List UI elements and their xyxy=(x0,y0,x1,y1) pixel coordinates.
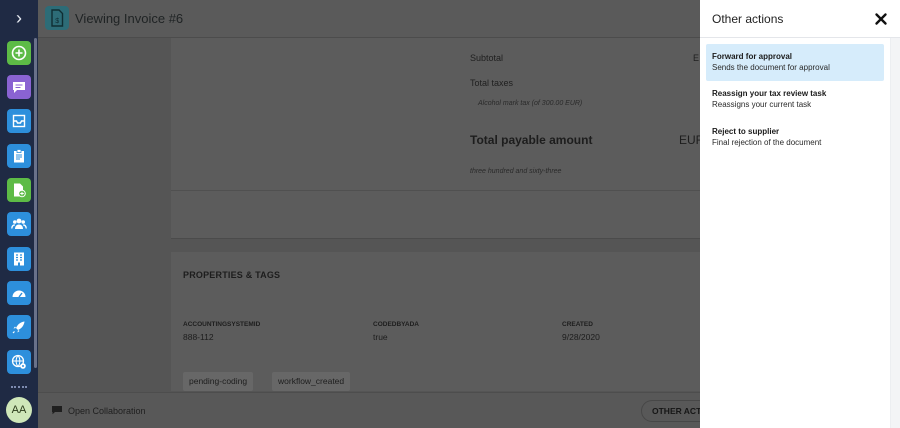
panel-title: Other actions xyxy=(712,12,784,26)
property-value: 888-112 xyxy=(183,332,214,342)
svg-text:$: $ xyxy=(55,18,59,25)
property-value: 9/28/2020 xyxy=(562,332,600,342)
action-description: Sends the document for approval xyxy=(712,63,830,72)
invoice-document-icon: $ xyxy=(45,6,69,30)
building-icon[interactable] xyxy=(7,247,31,271)
avatar[interactable]: AA xyxy=(6,397,32,423)
panel-scrollbar[interactable] xyxy=(890,38,900,428)
chat-bubble-icon xyxy=(52,406,62,415)
subtotal-label: Subtotal xyxy=(470,53,504,63)
action-title: Forward for approval xyxy=(712,52,793,61)
inbox-icon[interactable] xyxy=(7,109,31,133)
action-description: Reassigns your current task xyxy=(712,100,812,109)
users-icon[interactable] xyxy=(7,212,31,236)
property-key: CODEDBYADA xyxy=(373,321,419,328)
add-document-icon[interactable] xyxy=(7,178,31,202)
expand-chevron-icon[interactable]: › xyxy=(9,6,29,30)
property-key: CREATED xyxy=(562,321,593,328)
left-rail: › AA xyxy=(0,0,38,428)
page-title: Viewing Invoice #6 xyxy=(75,11,184,26)
tax-line: Alcohol mark tax (of 300.00 EUR) xyxy=(478,100,583,107)
tag-workflow-created[interactable]: workflow_created xyxy=(272,372,351,391)
action-forward-for-approval[interactable]: Forward for approval Sends the document … xyxy=(706,44,884,81)
open-collaboration-link[interactable]: Open Collaboration xyxy=(68,406,146,416)
close-icon[interactable] xyxy=(873,11,889,27)
bottom-bar: Open Collaboration OTHER ACTIONS xyxy=(38,392,711,428)
add-icon[interactable] xyxy=(7,41,31,65)
rail-grip-icon xyxy=(11,386,27,390)
rail-scrollbar[interactable] xyxy=(34,38,37,368)
action-description: Final rejection of the document xyxy=(712,138,822,147)
action-title: Reassign your tax review task xyxy=(712,89,827,98)
dashboard-icon[interactable] xyxy=(7,281,31,305)
property-key: ACCOUNTINGSYSTEMID xyxy=(183,321,261,328)
rocket-icon[interactable] xyxy=(7,315,31,339)
total-payable-label: Total payable amount xyxy=(470,133,593,147)
action-reject-to-supplier[interactable]: Reject to supplier Final rejection of th… xyxy=(706,119,884,156)
chat-icon[interactable] xyxy=(7,75,31,99)
subtotal-currency: E xyxy=(693,53,700,63)
property-value: true xyxy=(373,332,388,342)
action-title: Reject to supplier xyxy=(712,127,780,136)
total-taxes-label: Total taxes xyxy=(470,78,514,88)
panel-header: Other actions xyxy=(700,0,900,38)
totals-card: Subtotal E Total taxes Alcohol mark tax … xyxy=(171,38,704,239)
properties-card: PROPERTIES & TAGS ACCOUNTINGSYSTEMID 888… xyxy=(171,252,700,391)
amount-in-words: three hundred and sixty-three xyxy=(470,168,562,175)
totals-divider xyxy=(171,190,700,191)
globe-settings-icon[interactable] xyxy=(7,350,31,374)
other-actions-panel: Other actions Forward for approval Sends… xyxy=(700,0,900,428)
top-bar: $ Viewing Invoice #6 xyxy=(38,0,700,38)
clipboard-icon[interactable] xyxy=(7,144,31,168)
action-reassign-task[interactable]: Reassign your tax review task Reassigns … xyxy=(706,81,884,118)
tag-pending-coding[interactable]: pending-coding xyxy=(183,372,254,391)
main-content: $ Viewing Invoice #6 Subtotal E Total ta… xyxy=(38,0,711,428)
properties-heading: PROPERTIES & TAGS xyxy=(183,270,281,280)
